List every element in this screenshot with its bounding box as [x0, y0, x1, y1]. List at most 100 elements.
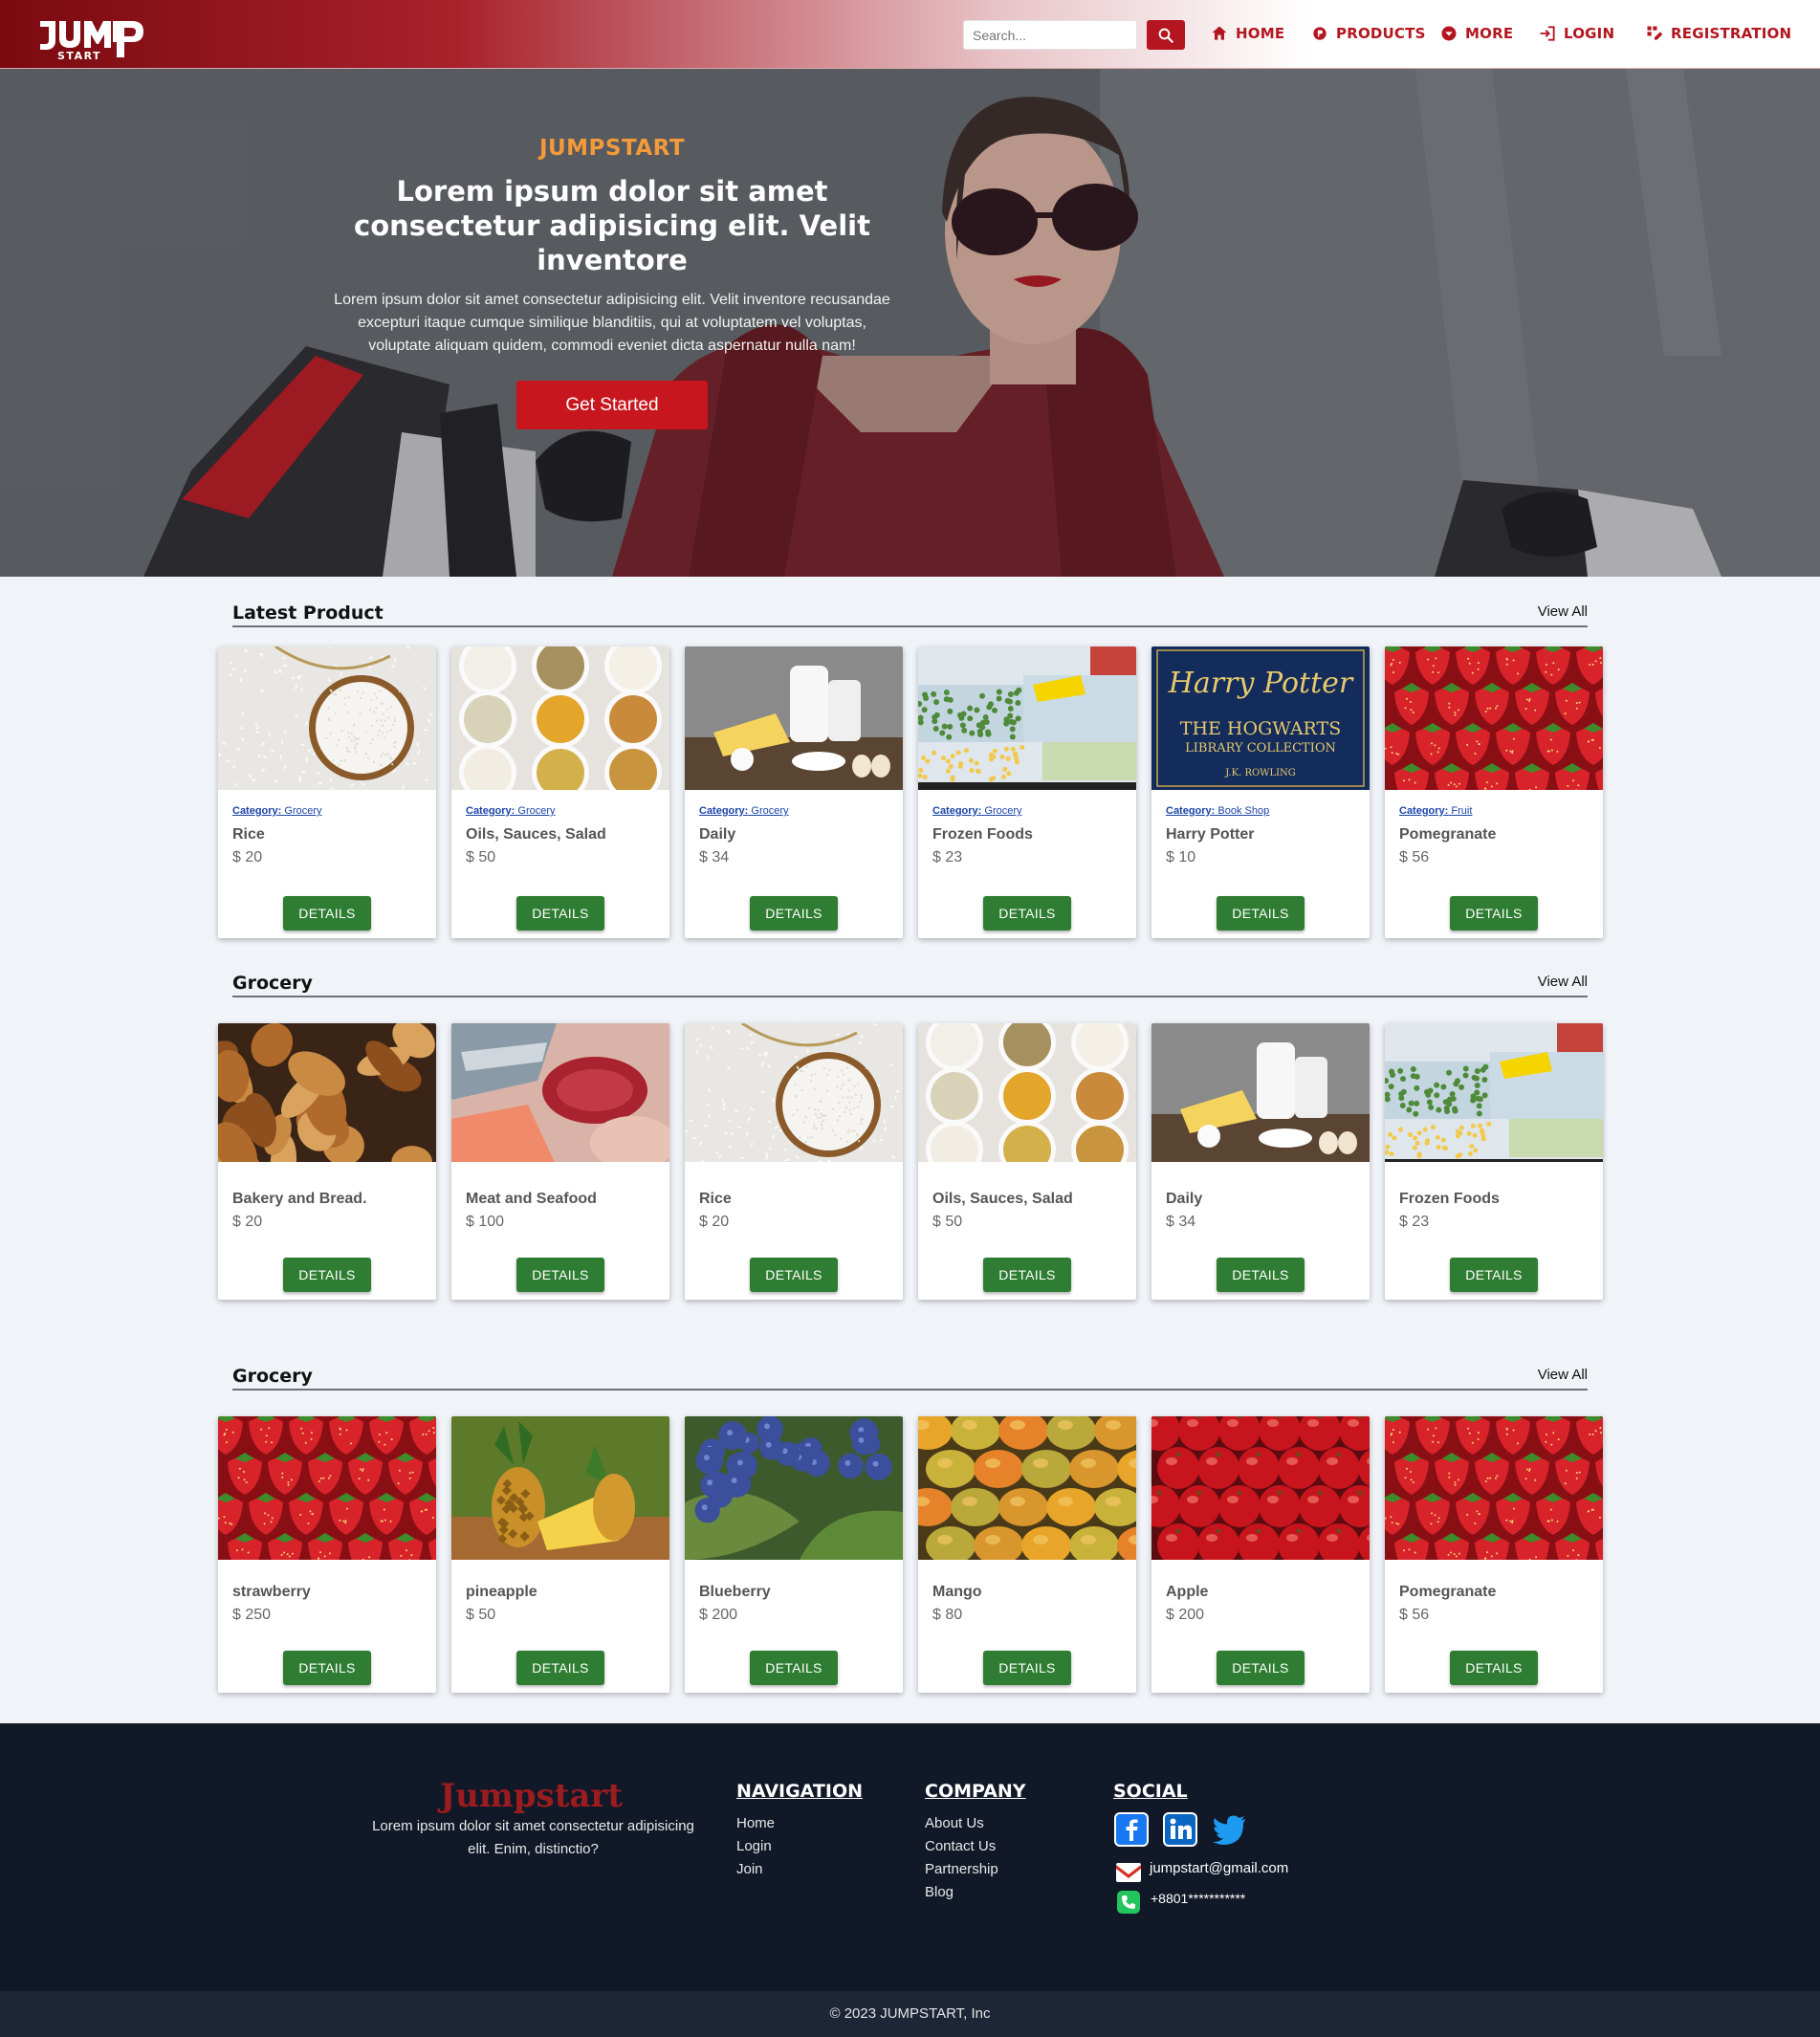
- product-name: Oils, Sauces, Salad: [932, 1191, 1073, 1207]
- product-card: Rice $ 20 DETAILS: [685, 1023, 903, 1300]
- product-category-value: Grocery: [984, 805, 1022, 817]
- product-image[interactable]: [918, 1416, 1136, 1560]
- linkedin-icon[interactable]: [1163, 1812, 1197, 1847]
- details-button[interactable]: DETAILS: [1450, 1258, 1538, 1292]
- product-category[interactable]: Category: Book Shop: [1166, 805, 1269, 817]
- section-header: Grocery View All: [232, 973, 1588, 997]
- footer-brand[interactable]: Jumpstart: [440, 1777, 623, 1815]
- details-button[interactable]: DETAILS: [1217, 1258, 1305, 1292]
- product-price: $ 20: [699, 1214, 730, 1230]
- product-price: $ 250: [232, 1607, 272, 1623]
- hero-description: Lorem ipsum dolor sit amet consectetur a…: [334, 292, 890, 354]
- product-card: strawberry $ 250 DETAILS: [218, 1416, 436, 1693]
- details-button[interactable]: DETAILS: [283, 1651, 371, 1685]
- product-image[interactable]: [451, 646, 669, 790]
- product-image[interactable]: [451, 1023, 669, 1162]
- footer-link-contact-us[interactable]: Contact Us: [925, 1838, 996, 1854]
- product-card: Bakery and Bread. $ 20 DETAILS: [218, 1023, 436, 1300]
- get-started-button[interactable]: Get Started: [516, 381, 708, 429]
- product-image[interactable]: [685, 1023, 903, 1162]
- footer-link-home[interactable]: Home: [736, 1815, 775, 1831]
- details-button[interactable]: DETAILS: [1217, 1651, 1305, 1685]
- product-category-label: Category:: [1399, 805, 1449, 817]
- details-button[interactable]: DETAILS: [283, 1258, 371, 1292]
- product-category[interactable]: Category: Grocery: [232, 805, 322, 817]
- details-button[interactable]: DETAILS: [1217, 896, 1305, 931]
- footer-link-about-us[interactable]: About Us: [925, 1815, 984, 1831]
- product-category[interactable]: Category: Grocery: [699, 805, 789, 817]
- details-button[interactable]: DETAILS: [983, 1651, 1071, 1685]
- nav-more[interactable]: MORE: [1439, 19, 1513, 48]
- view-all-link[interactable]: View All: [1538, 974, 1588, 990]
- facebook-icon[interactable]: [1114, 1812, 1149, 1847]
- top-navbar: START HOME PRODUCTS MORE LOGIN REGISTRAT…: [0, 0, 1820, 69]
- product-image[interactable]: [218, 646, 436, 790]
- nav-login[interactable]: LOGIN: [1538, 19, 1614, 48]
- product-image[interactable]: [1385, 1416, 1603, 1560]
- search-icon: [1158, 28, 1173, 43]
- product-name: Harry Potter: [1166, 826, 1255, 843]
- details-button[interactable]: DETAILS: [1450, 1651, 1538, 1685]
- footer-social-title: SOCIAL: [1113, 1781, 1188, 1802]
- details-button[interactable]: DETAILS: [1450, 896, 1538, 931]
- home-icon: [1212, 26, 1227, 40]
- product-price: $ 50: [466, 849, 496, 865]
- search-button[interactable]: [1147, 20, 1185, 50]
- product-image[interactable]: [1385, 646, 1603, 790]
- product-category-label: Category:: [699, 805, 749, 817]
- product-name: Pomegranate: [1399, 1584, 1497, 1600]
- product-price: $ 10: [1166, 849, 1196, 865]
- product-category-label: Category:: [232, 805, 282, 817]
- product-category[interactable]: Category: Grocery: [932, 805, 1022, 817]
- product-card: Mango $ 80 DETAILS: [918, 1416, 1136, 1693]
- details-button[interactable]: DETAILS: [750, 1651, 838, 1685]
- view-all-link[interactable]: View All: [1538, 1367, 1588, 1383]
- nav-home[interactable]: HOME: [1210, 19, 1284, 48]
- jumpstart-logo[interactable]: START: [36, 6, 151, 62]
- product-image[interactable]: [1385, 1023, 1603, 1162]
- details-button[interactable]: DETAILS: [516, 896, 604, 931]
- product-category[interactable]: Category: Grocery: [466, 805, 556, 817]
- nav-registration[interactable]: REGISTRATION: [1645, 19, 1791, 48]
- footer-link-login[interactable]: Login: [736, 1838, 772, 1854]
- product-image[interactable]: [1151, 1023, 1370, 1162]
- nav-more-label: MORE: [1465, 25, 1514, 42]
- product-name: Rice: [232, 826, 265, 843]
- product-name: Daily: [1166, 1191, 1203, 1207]
- product-image[interactable]: [218, 1416, 436, 1560]
- nav-products[interactable]: PRODUCTS: [1310, 19, 1426, 48]
- product-name: Blueberry: [699, 1584, 771, 1600]
- view-all-link[interactable]: View All: [1538, 603, 1588, 620]
- product-image[interactable]: [218, 1023, 436, 1162]
- footer-link-blog[interactable]: Blog: [925, 1884, 954, 1900]
- twitter-icon[interactable]: [1213, 1814, 1247, 1845]
- details-button[interactable]: DETAILS: [983, 1258, 1071, 1292]
- product-category[interactable]: Category: Fruit: [1399, 805, 1472, 817]
- product-price: $ 56: [1399, 849, 1430, 865]
- product-image[interactable]: [685, 646, 903, 790]
- product-category-label: Category:: [1166, 805, 1216, 817]
- product-price: $ 80: [932, 1607, 963, 1623]
- product-image[interactable]: Harry Potter THE HOGWARTS LIBRARY COLLECTI…: [1151, 646, 1370, 790]
- details-button[interactable]: DETAILS: [983, 896, 1071, 931]
- product-category-label: Category:: [466, 805, 515, 817]
- hero-overlay: [0, 69, 1820, 577]
- product-category-value: Grocery: [517, 805, 556, 817]
- details-button[interactable]: DETAILS: [516, 1258, 604, 1292]
- search-input[interactable]: [963, 20, 1137, 50]
- footer-link-join[interactable]: Join: [736, 1861, 763, 1877]
- details-button[interactable]: DETAILS: [750, 1258, 838, 1292]
- product-image[interactable]: [451, 1416, 669, 1560]
- details-button[interactable]: DETAILS: [283, 896, 371, 931]
- details-button[interactable]: DETAILS: [516, 1651, 604, 1685]
- footer-link-partnership[interactable]: Partnership: [925, 1861, 998, 1877]
- product-image[interactable]: [918, 1023, 1136, 1162]
- product-image[interactable]: [685, 1416, 903, 1560]
- footer-email[interactable]: jumpstart@gmail.com: [1150, 1860, 1288, 1876]
- product-image[interactable]: [918, 646, 1136, 790]
- product-name: Frozen Foods: [932, 826, 1033, 843]
- product-card: Daily $ 34 DETAILS: [1151, 1023, 1370, 1300]
- product-image[interactable]: [1151, 1416, 1370, 1560]
- product-category-value: Grocery: [284, 805, 322, 817]
- details-button[interactable]: DETAILS: [750, 896, 838, 931]
